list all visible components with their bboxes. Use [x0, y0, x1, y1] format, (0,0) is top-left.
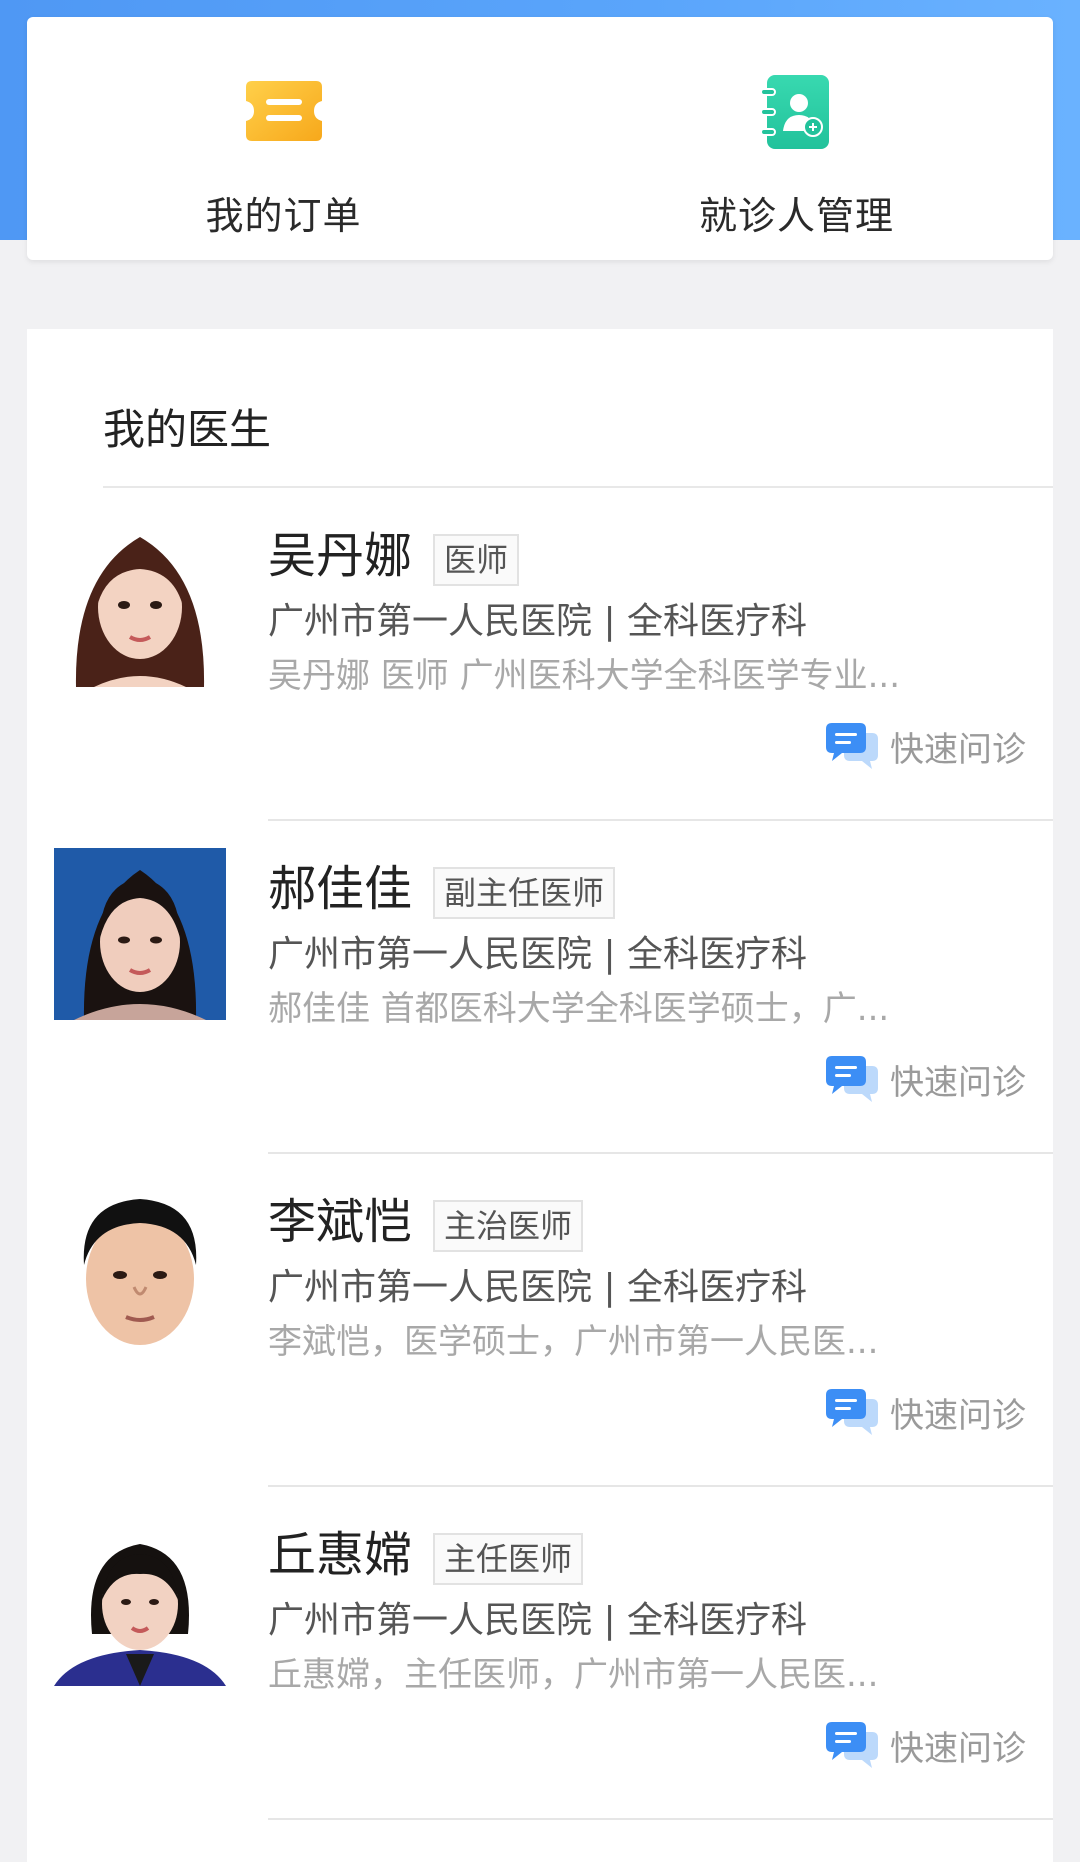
patient-card-icon — [759, 75, 829, 149]
chat-bubble-icon — [826, 1722, 878, 1768]
chat-bubble-icon — [826, 1056, 878, 1102]
quick-actions-card: 我的订单 就诊人管理 — [27, 17, 1053, 260]
doctor-name: 郝佳佳 — [268, 861, 413, 917]
quick-consult-label: 快速问诊 — [890, 1062, 1026, 1103]
doctor-title-badge: 副主任医师 — [433, 867, 616, 919]
my-orders-button[interactable]: 我的订单 — [27, 17, 540, 260]
doctor-avatar — [54, 1181, 226, 1353]
doctor-hospital: 广州市第一人民医院 | 全科医疗科 — [268, 601, 808, 642]
my-orders-label: 我的订单 — [205, 194, 362, 238]
quick-consult-button[interactable]: 快速问诊 — [824, 1387, 1026, 1437]
quick-consult-label: 快速问诊 — [890, 1395, 1026, 1436]
quick-consult-button[interactable]: 快速问诊 — [824, 1054, 1026, 1104]
doctor-avatar — [54, 515, 226, 687]
patient-management-button[interactable]: 就诊人管理 — [540, 17, 1053, 260]
doctor-item[interactable]: 郝佳佳 副主任医师 广州市第一人民医院 | 全科医疗科 郝佳佳 首都医科大学全科… — [27, 821, 1053, 1154]
doctor-avatar — [54, 1514, 226, 1686]
doctor-avatar — [54, 848, 226, 1020]
doctor-title-badge: 主任医师 — [433, 1533, 584, 1585]
section-title: 我的医生 — [103, 405, 272, 454]
doctor-hospital: 广州市第一人民医院 | 全科医疗科 — [268, 1600, 808, 1641]
doctor-title-badge: 主治医师 — [433, 1200, 584, 1252]
quick-consult-label: 快速问诊 — [890, 1728, 1026, 1769]
chat-bubble-icon — [826, 723, 878, 769]
doctor-name: 吴丹娜 — [268, 528, 413, 584]
quick-consult-label: 快速问诊 — [890, 729, 1026, 770]
quick-consult-button[interactable]: 快速问诊 — [824, 1720, 1026, 1770]
chat-bubble-icon — [826, 1389, 878, 1435]
doctor-item[interactable]: 丘惠嫦 主任医师 广州市第一人民医院 | 全科医疗科 丘惠嫦，主任医师，广州市第… — [27, 1487, 1053, 1820]
doctor-hospital: 广州市第一人民医院 | 全科医疗科 — [268, 1267, 808, 1308]
doctor-item[interactable]: 吴丹娜 医师 广州市第一人民医院 | 全科医疗科 吴丹娜 医师 广州医科大学全科… — [27, 488, 1053, 821]
doctor-intro: 丘惠嫦，主任医师，广州市第一人民医... — [268, 1655, 879, 1695]
doctor-intro: 吴丹娜 医师 广州医科大学全科医学专业... — [268, 656, 901, 696]
row-divider — [268, 1818, 1053, 1820]
quick-consult-button[interactable]: 快速问诊 — [824, 721, 1026, 771]
doctor-list: 吴丹娜 医师 广州市第一人民医院 | 全科医疗科 吴丹娜 医师 广州医科大学全科… — [27, 488, 1053, 1820]
doctor-item[interactable]: 李斌恺 主治医师 广州市第一人民医院 | 全科医疗科 李斌恺，医学硕士，广州市第… — [27, 1154, 1053, 1487]
doctor-name: 李斌恺 — [268, 1194, 413, 1250]
doctor-title-badge: 医师 — [433, 534, 520, 586]
doctor-name: 丘惠嫦 — [268, 1527, 413, 1583]
doctor-hospital: 广州市第一人民医院 | 全科医疗科 — [268, 934, 808, 975]
doctor-intro: 李斌恺，医学硕士，广州市第一人民医... — [268, 1322, 879, 1362]
doctor-intro: 郝佳佳 首都医科大学全科医学硕士，广... — [268, 989, 890, 1029]
ticket-icon — [245, 81, 322, 141]
patient-management-label: 就诊人管理 — [698, 194, 894, 238]
my-doctors-card: 我的医生 吴丹娜 医师 广州市第一人民医院 | 全科医疗科 吴丹娜 医师 广州医… — [27, 329, 1053, 1862]
